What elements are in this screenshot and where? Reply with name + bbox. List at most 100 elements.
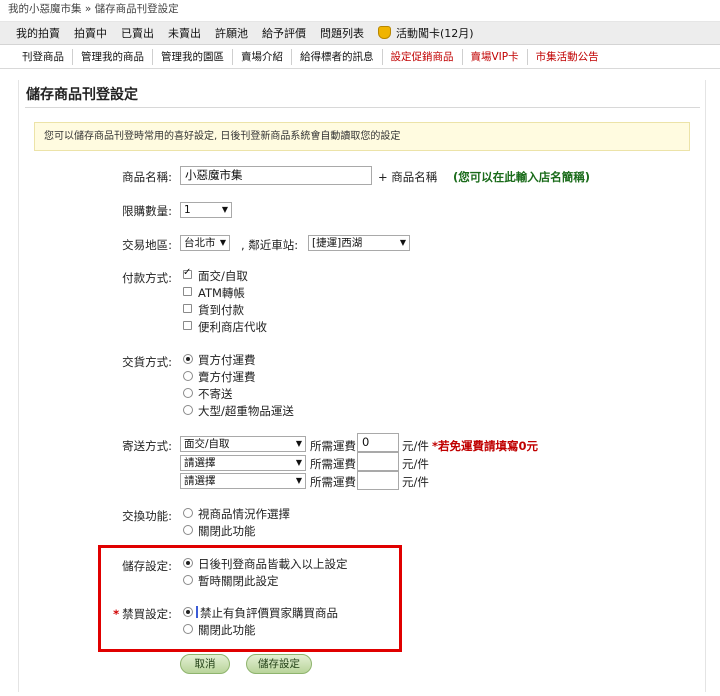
shipping-free-note: *若免運費請填寫0元 [432,439,539,453]
shipping-unit-label: 元/件 [402,457,429,471]
nav-event-challenge[interactable]: 活動闖卡(12月) [371,22,481,45]
delivery-bulky-radio[interactable] [183,405,193,415]
nearby-station-value: [捷運]西湖 [312,237,363,249]
payment-label: 付款方式: [122,271,172,285]
payment-convenience-checkbox[interactable] [183,321,192,330]
blacklist-off-label: 關閉此功能 [198,623,256,637]
shipping-method-value: 面交/自取 [184,438,230,450]
shipping-fee-label: 所需運費 [310,457,356,471]
blacklist-block-radio[interactable] [183,607,193,617]
chevron-down-icon: ▼ [221,205,228,214]
shipping-method-select-3[interactable]: 請選擇 ▼ [180,473,306,489]
delivery-seller-label: 賣方付運費 [198,370,256,384]
nav-questions[interactable]: 問題列表 [313,22,371,45]
shipping-fee-input-2[interactable] [357,452,399,471]
nav-wish-pool[interactable]: 許願池 [208,22,255,45]
title-divider [25,107,700,108]
nav-winner-message[interactable]: 給得標者的訊息 [292,48,383,65]
focus-caret [196,606,198,618]
save-setting-label: 儲存設定: [122,559,172,573]
product-name-suffix: + 商品名稱 [378,170,438,184]
nearby-station-select[interactable]: [捷運]西湖 ▼ [308,235,410,251]
trophy-icon [378,25,391,39]
shipping-unit-label: 元/件 [402,439,429,453]
breadcrumb-current: 儲存商品刊登設定 [94,3,179,15]
blacklist-block-label: 禁止有負評價買家購買商品 [200,606,338,620]
shipping-method-select-2[interactable]: 請選擇 ▼ [180,455,306,471]
chevron-down-icon: ▼ [295,439,302,448]
nav-manage-garden[interactable]: 管理我的園區 [153,48,233,65]
nav-list-product[interactable]: 刊登商品 [14,48,73,65]
nav-vip-card[interactable]: 賣場VIP卡 [463,48,528,65]
breadcrumb: 我的小惡魔市集 » 儲存商品刊登設定 [0,0,720,22]
nav-give-rating[interactable]: 給予評價 [255,22,313,45]
nav-event-label: 活動闖卡(12月) [396,26,474,40]
nav-sold[interactable]: 已賣出 [114,22,161,45]
delivery-seller-radio[interactable] [183,371,193,381]
nav-manage-products[interactable]: 管理我的商品 [73,48,153,65]
delivery-buyer-radio[interactable] [183,354,193,364]
notice-banner: 您可以儲存商品刊登時常用的喜好設定, 日後刊登新商品系統會自動讀取您的設定 [34,122,690,151]
payment-cash-label: 面交/自取 [198,269,248,283]
exchange-case-radio[interactable] [183,508,193,518]
breadcrumb-home-link[interactable]: 我的小惡魔市集 [8,3,82,15]
shipping-method-value: 請選擇 [184,457,216,469]
trade-city-select[interactable]: 台北市 ▼ [180,235,230,251]
shipping-fee-label: 所需運費 [310,475,356,489]
chevron-down-icon: ▼ [399,238,406,247]
shipping-label: 寄送方式: [122,439,172,453]
purchase-limit-select[interactable]: 1 ▼ [180,202,232,218]
breadcrumb-separator: » [84,3,92,15]
payment-atm-checkbox[interactable] [183,287,192,296]
nav-market-announcements[interactable]: 市集活動公告 [528,49,607,65]
shipping-fee-input-1[interactable]: 0 [357,433,399,452]
delivery-none-label: 不寄送 [198,387,233,401]
shipping-fee-input-3[interactable] [357,471,399,490]
nav-promo-products[interactable]: 設定促銷商品 [383,48,463,65]
exchange-label: 交換功能: [122,509,172,523]
shipping-method-value: 請選擇 [184,475,216,487]
delivery-bulky-label: 大型/超重物品運送 [198,404,294,418]
chevron-down-icon: ▼ [219,238,226,247]
blacklist-off-radio[interactable] [183,624,193,634]
trade-city-value: 台北市 [184,237,216,249]
nav-store-intro[interactable]: 賣場介紹 [233,48,292,65]
payment-atm-label: ATM轉帳 [198,286,245,300]
purchase-limit-value: 1 [184,204,191,216]
payment-cod-checkbox[interactable] [183,304,192,313]
shipping-fee-label: 所需運費 [310,439,356,453]
payment-cash-checkbox[interactable] [183,267,192,279]
save-setting-off-label: 暫時關閉此設定 [198,574,279,588]
nav-unsold[interactable]: 未賣出 [161,22,208,45]
nav-my-auction[interactable]: 我的拍賣 [9,22,67,45]
exchange-case-label: 視商品情況作選擇 [198,507,290,521]
delivery-label: 交貨方式: [122,355,172,369]
trade-area-label: 交易地區: [122,238,172,252]
save-settings-button[interactable]: 儲存設定 [246,654,312,674]
chevron-down-icon: ▼ [295,476,302,485]
save-setting-load-label: 日後刊登商品皆載入以上設定 [198,557,348,571]
purchase-limit-label: 限購數量: [122,204,172,218]
delivery-none-radio[interactable] [183,388,193,398]
required-star: * [113,607,120,621]
save-setting-off-radio[interactable] [183,575,193,585]
blacklist-label-text: 禁買設定: [122,607,172,621]
product-name-note: (您可以在此輸入店名簡稱) [453,170,591,184]
product-name-label: 商品名稱: [122,170,172,184]
nearby-station-label: , 鄰近車站: [241,238,299,252]
primary-nav: 我的拍賣 拍賣中 已賣出 未賣出 許願池 給予評價 問題列表 活動闖卡(12月) [0,22,720,45]
shipping-unit-label: 元/件 [402,475,429,489]
nav-on-auction[interactable]: 拍賣中 [67,22,114,45]
product-name-input[interactable]: 小惡魔市集 [180,166,372,185]
payment-convenience-label: 便利商店代收 [198,320,267,334]
cancel-button[interactable]: 取消 [180,654,230,674]
exchange-off-label: 關閉此功能 [198,524,256,538]
save-setting-load-radio[interactable] [183,558,193,568]
chevron-down-icon: ▼ [295,458,302,467]
exchange-off-radio[interactable] [183,525,193,535]
secondary-nav: 刊登商品 管理我的商品 管理我的園區 賣場介紹 給得標者的訊息 設定促銷商品 賣… [0,45,720,69]
page-title: 儲存商品刊登設定 [26,87,138,103]
blacklist-label: * 禁買設定: [92,606,172,622]
payment-cod-label: 貨到付款 [198,303,244,317]
shipping-method-select-1[interactable]: 面交/自取 ▼ [180,436,306,452]
